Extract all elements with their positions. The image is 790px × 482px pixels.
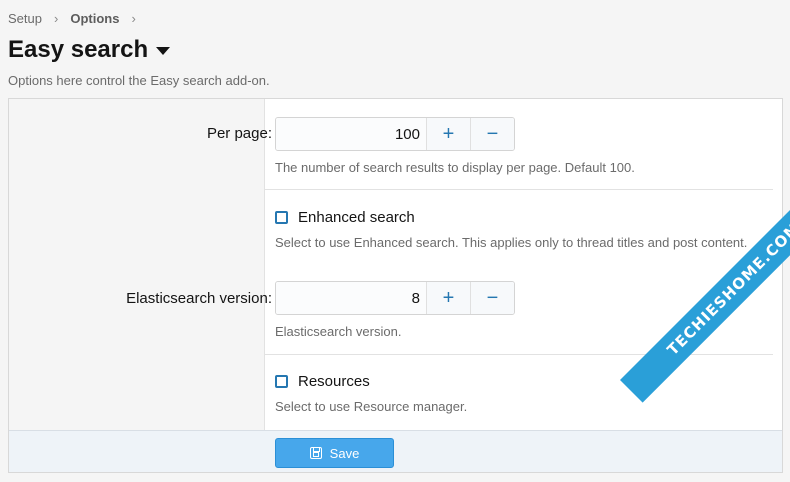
page-title: Easy search bbox=[8, 36, 149, 63]
enhanced-search-hint: Select to use Enhanced search. This appl… bbox=[275, 235, 748, 250]
breadcrumb-chevron-icon: › bbox=[53, 11, 59, 26]
enhanced-search-checkbox[interactable] bbox=[275, 211, 288, 224]
resources-hint: Select to use Resource manager. bbox=[275, 399, 468, 414]
breadcrumb-setup[interactable]: Setup bbox=[8, 11, 42, 26]
row-divider bbox=[265, 189, 773, 190]
per-page-input[interactable] bbox=[276, 118, 426, 150]
form-footer: Save bbox=[9, 430, 782, 472]
breadcrumb: Setup › Options › bbox=[8, 11, 148, 26]
per-page-decrement-button[interactable]: − bbox=[470, 118, 514, 150]
caret-down-icon[interactable] bbox=[156, 47, 171, 55]
breadcrumb-options[interactable]: Options bbox=[70, 11, 119, 26]
resources-checkbox[interactable] bbox=[275, 375, 288, 388]
enhanced-search-checkbox-row[interactable]: Enhanced search bbox=[275, 209, 415, 226]
save-button-label: Save bbox=[329, 445, 360, 461]
elasticsearch-version-decrement-button[interactable]: − bbox=[470, 282, 514, 314]
per-page-label: Per page: bbox=[206, 125, 272, 142]
save-icon bbox=[309, 447, 322, 459]
enhanced-search-label[interactable]: Enhanced search bbox=[298, 209, 415, 226]
elasticsearch-version-input[interactable] bbox=[276, 282, 426, 314]
resources-checkbox-row[interactable]: Resources bbox=[275, 373, 370, 390]
elasticsearch-version-stepper: + − bbox=[275, 281, 515, 315]
breadcrumb-chevron-icon: › bbox=[131, 11, 136, 26]
elasticsearch-version-label: Elasticsearch version: bbox=[126, 290, 272, 307]
per-page-increment-button[interactable]: + bbox=[426, 118, 470, 150]
elasticsearch-version-hint: Elasticsearch version. bbox=[275, 324, 402, 339]
save-button[interactable]: Save bbox=[275, 438, 394, 468]
page-title-row: Easy search bbox=[8, 36, 171, 64]
elasticsearch-version-increment-button[interactable]: + bbox=[426, 282, 470, 314]
resources-label[interactable]: Resources bbox=[298, 373, 370, 390]
row-divider bbox=[265, 354, 773, 355]
page-description: Options here control the Easy search add… bbox=[8, 73, 270, 88]
per-page-hint: The number of search results to display … bbox=[275, 160, 635, 175]
label-column bbox=[9, 99, 265, 430]
options-panel: Per page: + − The number of search resul… bbox=[8, 98, 783, 473]
per-page-stepper: + − bbox=[275, 117, 515, 151]
